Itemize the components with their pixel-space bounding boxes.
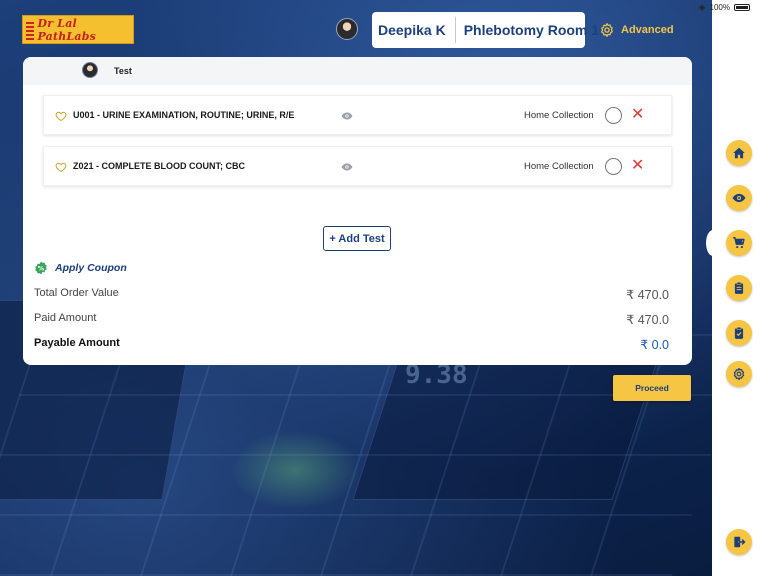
- total-order-label: Total Order Value: [34, 287, 119, 299]
- sidebar-item-logout[interactable]: [726, 529, 752, 555]
- brand-logo: Dr Lal PathLabs: [22, 15, 134, 44]
- eye-icon[interactable]: [341, 162, 353, 172]
- test-name: Z021 - COMPLETE BLOOD COUNT; CBC: [73, 161, 246, 171]
- paid-amount-value: ₹ 470.0: [626, 313, 669, 327]
- remove-test-icon[interactable]: ✕: [631, 158, 644, 174]
- advanced-button[interactable]: Advanced: [599, 22, 674, 38]
- payable-amount-label: Payable Amount: [34, 337, 120, 349]
- payable-amount-row: Payable Amount ₹ 0.0: [34, 337, 669, 352]
- clipboard-check-icon: [734, 326, 744, 339]
- test-row: Z021 - COMPLETE BLOOD COUNT; CBC Home Co…: [43, 146, 672, 186]
- total-order-row: Total Order Value ₹ 470.0: [34, 287, 669, 302]
- test-row: U001 - URINE EXAMINATION, ROUTINE; URINE…: [43, 95, 672, 135]
- proceed-button[interactable]: Proceed: [613, 375, 691, 401]
- heart-icon[interactable]: [55, 110, 67, 122]
- sidebar-item-view[interactable]: [726, 185, 752, 211]
- wifi-icon: ◈: [698, 2, 706, 12]
- collection-type: Home Collection: [524, 161, 594, 172]
- gear-icon: [601, 23, 613, 37]
- collection-radio[interactable]: [605, 158, 622, 175]
- battery-percent: 100%: [709, 3, 730, 12]
- user-name: Deepika K: [372, 17, 456, 43]
- payable-amount-value: ₹ 0.0: [640, 338, 669, 352]
- heart-icon[interactable]: [55, 161, 67, 173]
- patient-header: Test: [23, 57, 692, 85]
- sidebar-item-cart[interactable]: [726, 230, 752, 256]
- sidebar-item-reports[interactable]: [726, 320, 752, 346]
- logo-mark-icon: [26, 19, 34, 40]
- logout-icon: [734, 536, 746, 548]
- total-order-value: ₹ 470.0: [626, 288, 669, 302]
- paid-amount-row: Paid Amount ₹ 470.0: [34, 312, 669, 327]
- sidebar-item-settings[interactable]: [726, 361, 752, 387]
- eye-icon[interactable]: [341, 111, 353, 121]
- add-test-button[interactable]: + Add Test: [323, 226, 391, 251]
- coupon-icon[interactable]: %: [34, 261, 48, 275]
- apply-coupon-link[interactable]: Apply Coupon: [55, 262, 127, 274]
- clipboard-icon: [734, 281, 744, 294]
- cart-icon: [733, 237, 745, 249]
- status-bar: ◈ 100%: [699, 2, 750, 13]
- sidebar-item-home[interactable]: [726, 140, 752, 166]
- patient-name: Test: [114, 66, 132, 76]
- paid-amount-label: Paid Amount: [34, 312, 97, 324]
- patient-avatar: [82, 62, 98, 78]
- collection-radio[interactable]: [605, 107, 622, 124]
- eye-icon: [732, 193, 746, 203]
- battery-icon: [734, 4, 750, 11]
- room-name: Phlebotomy Room 1: [463, 22, 600, 38]
- test-name: U001 - URINE EXAMINATION, ROUTINE; URINE…: [73, 110, 295, 120]
- order-card: Test U001 - URINE EXAMINATION, ROUTINE; …: [23, 57, 692, 365]
- user-avatar[interactable]: [336, 18, 358, 40]
- remove-test-icon[interactable]: ✕: [631, 107, 644, 123]
- gear-icon: [733, 367, 745, 381]
- svg-text:%: %: [38, 264, 45, 272]
- logo-text: Dr Lal PathLabs: [37, 16, 97, 43]
- right-sidebar: [712, 0, 768, 576]
- user-info-box[interactable]: Deepika K Phlebotomy Room 1: [372, 12, 599, 48]
- sidebar-notch: [706, 230, 720, 256]
- sidebar-item-orders[interactable]: [726, 275, 752, 301]
- home-icon: [733, 147, 745, 159]
- collection-type: Home Collection: [524, 110, 594, 121]
- advanced-label: Advanced: [621, 24, 674, 36]
